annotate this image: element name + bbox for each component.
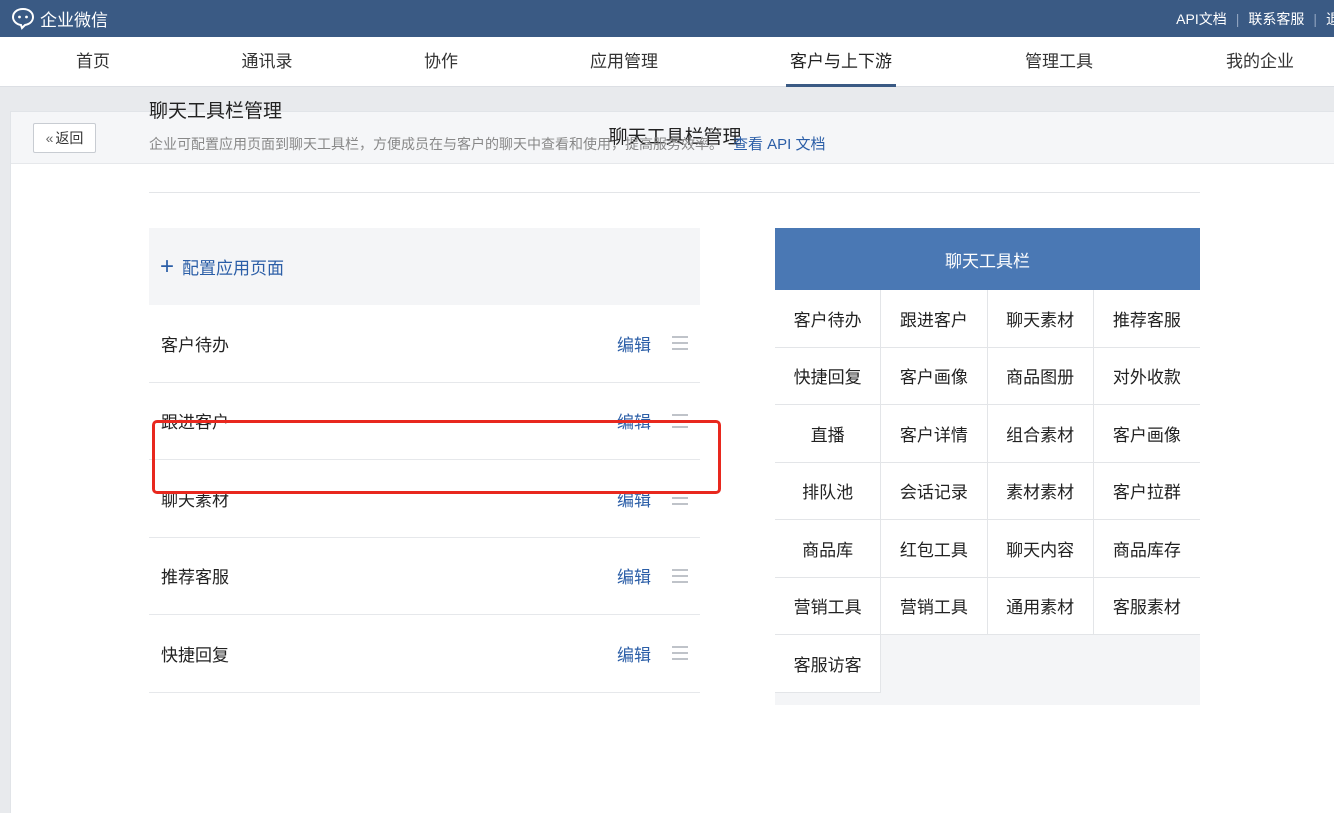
toolbar-cell: 商品库 (775, 520, 882, 578)
toolbar-empty-cell (1093, 635, 1200, 705)
add-label: 配置应用页面 (182, 259, 285, 278)
toolbar-cell: 客服访客 (775, 635, 882, 693)
toolbar-cell: 聊天内容 (987, 520, 1094, 578)
toolbar-cell: 组合素材 (987, 405, 1094, 463)
toolbar-cell: 客服素材 (1093, 577, 1200, 635)
toolbar-cell: 营销工具 (881, 577, 988, 635)
highlight-box (152, 420, 721, 494)
section-title: 聊天工具栏管理 (149, 101, 283, 122)
toolbar-grid: 客户待办 跟进客户 聊天素材 推荐客服 快捷回复 客户画像 商品图册 对外收款 直播 客户详情 组合… (775, 290, 1200, 705)
toolbar-cell: 快捷回复 (775, 347, 882, 405)
separator: | (1235, 10, 1240, 27)
toolbar-cell: 对外收款 (1093, 347, 1200, 405)
chat-bubble-icon (11, 7, 35, 30)
toolbar-cell: 客户画像 (1093, 405, 1200, 463)
nav-management-tools[interactable]: 管理工具 (1023, 37, 1095, 87)
app-title: 企业微信 (40, 10, 108, 30)
edit-button[interactable]: 编辑 (617, 331, 651, 356)
toolbar-title: 聊天工具栏 (775, 228, 1200, 290)
separator: | (1313, 10, 1317, 27)
toolbar-cell: 通用素材 (987, 577, 1094, 635)
item-label: 客户待办 (161, 335, 229, 355)
toolbar-cell: 跟进客户 (881, 290, 988, 348)
top-bar: 企业微信 API文档 | 联系客服 | 退 (0, 0, 1334, 37)
toolbar-cell: 会话记录 (881, 462, 988, 520)
api-docs-link[interactable]: API文档 (1176, 9, 1227, 29)
toolbar-empty-cell (881, 635, 988, 705)
item-label: 推荐客服 (161, 568, 229, 588)
section-description: 企业可配置应用页面到聊天工具栏，方便成员在与客户的聊天中查看和使用，提高服务效率… (149, 133, 826, 154)
toolbar-cell: 红包工具 (881, 520, 988, 578)
plus-icon: + (160, 252, 175, 280)
main-nav: 首页 通讯录 协作 应用管理 客户与上下游 管理工具 我的企业 (0, 37, 1334, 87)
nav-collaboration[interactable]: 协作 (423, 37, 459, 87)
toolbar-item-list: 客户待办 编辑 跟进客户 编辑 聊天素材 编辑 推荐客服 编辑 快捷回复 编辑 (149, 305, 700, 693)
contact-support-link[interactable]: 联系客服 (1248, 9, 1304, 29)
drag-handle-icon[interactable] (672, 336, 688, 351)
toolbar-cell: 直播 (775, 405, 882, 463)
nav-app-management[interactable]: 应用管理 (588, 37, 660, 87)
divider (149, 192, 1200, 193)
toolbar-cell: 营销工具 (775, 577, 882, 635)
api-docs-link[interactable]: 查看 API 文档 (733, 136, 826, 153)
nav-contacts[interactable]: 通讯录 (240, 37, 294, 87)
drag-handle-icon[interactable] (672, 646, 688, 661)
logout-link[interactable]: 退 (1326, 9, 1334, 29)
nav-home[interactable]: 首页 (75, 37, 111, 87)
item-label: 快捷回复 (161, 645, 229, 665)
toolbar-cell: 排队池 (775, 462, 882, 520)
nav-customers[interactable]: 客户与上下游 (786, 37, 896, 87)
top-links: API文档 | 联系客服 | 退 (1176, 0, 1334, 37)
add-app-page-button[interactable]: + 配置应用页面 (149, 228, 700, 305)
toolbar-cell: 客户详情 (881, 405, 988, 463)
toolbar-empty-cell (987, 635, 1094, 705)
toolbar-cell: 商品库存 (1093, 520, 1200, 578)
toolbar-cell: 商品图册 (987, 347, 1094, 405)
toolbar-cell: 客户拉群 (1093, 462, 1200, 520)
toolbar-cell: 客户画像 (881, 347, 988, 405)
toolbar-cell: 素材素材 (987, 462, 1094, 520)
app-logo[interactable]: 企业微信 (10, 6, 108, 30)
description-text: 企业可配置应用页面到聊天工具栏，方便成员在与客户的聊天中查看和使用，提高服务效率… (149, 136, 723, 152)
toolbar-cell: 聊天素材 (987, 290, 1094, 348)
chat-toolbar-preview: 聊天工具栏 客户待办 跟进客户 聊天素材 推荐客服 快捷回复 客户画像 商品图册 对外收款 直播… (775, 228, 1200, 705)
toolbar-cell: 推荐客服 (1093, 290, 1200, 348)
list-item: 客户待办 编辑 (149, 305, 700, 383)
edit-button[interactable]: 编辑 (617, 563, 651, 588)
edit-button[interactable]: 编辑 (617, 641, 651, 666)
nav-my-company[interactable]: 我的企业 (1224, 37, 1296, 87)
toolbar-cell: 客户待办 (775, 290, 882, 348)
list-item: 快捷回复 编辑 (149, 615, 700, 693)
list-item: 推荐客服 编辑 (149, 538, 700, 615)
drag-handle-icon[interactable] (672, 568, 688, 583)
